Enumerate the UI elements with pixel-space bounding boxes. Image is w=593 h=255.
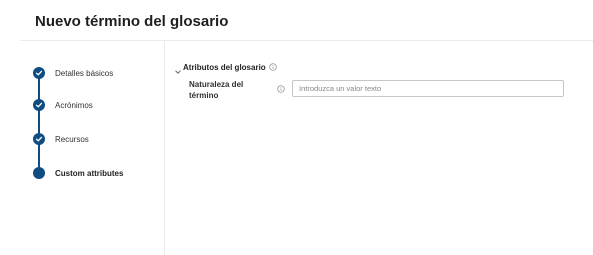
step-recursos[interactable]: Recursos (33, 132, 89, 146)
step-label: Custom attributes (55, 168, 124, 178)
check-icon (33, 67, 45, 79)
step-custom-attributes[interactable]: Custom attributes (33, 166, 123, 180)
step-label: Recursos (55, 134, 89, 144)
info-icon[interactable] (269, 58, 277, 76)
steps-panel: Detalles básicos Acrónimos Recursos Cust… (0, 40, 164, 255)
field-label: Naturaleza del término (189, 80, 244, 100)
info-icon[interactable] (277, 80, 285, 98)
current-step-dot-icon (33, 167, 45, 179)
naturaleza-del-termino-input[interactable] (292, 80, 564, 97)
page-title: Nuevo término del glosario (35, 13, 229, 30)
section-title: Atributos del glosario (183, 62, 266, 72)
step-acronimos[interactable]: Acrónimos (33, 98, 93, 112)
step-label: Acrónimos (55, 100, 93, 110)
step-detalles-basicos[interactable]: Detalles básicos (33, 66, 113, 80)
steps-divider (164, 41, 165, 255)
chevron-down-icon[interactable] (174, 63, 182, 74)
check-icon (33, 99, 45, 111)
step-label: Detalles básicos (55, 68, 114, 78)
section-header[interactable]: Atributos del glosario (174, 58, 277, 76)
check-icon (33, 133, 45, 145)
